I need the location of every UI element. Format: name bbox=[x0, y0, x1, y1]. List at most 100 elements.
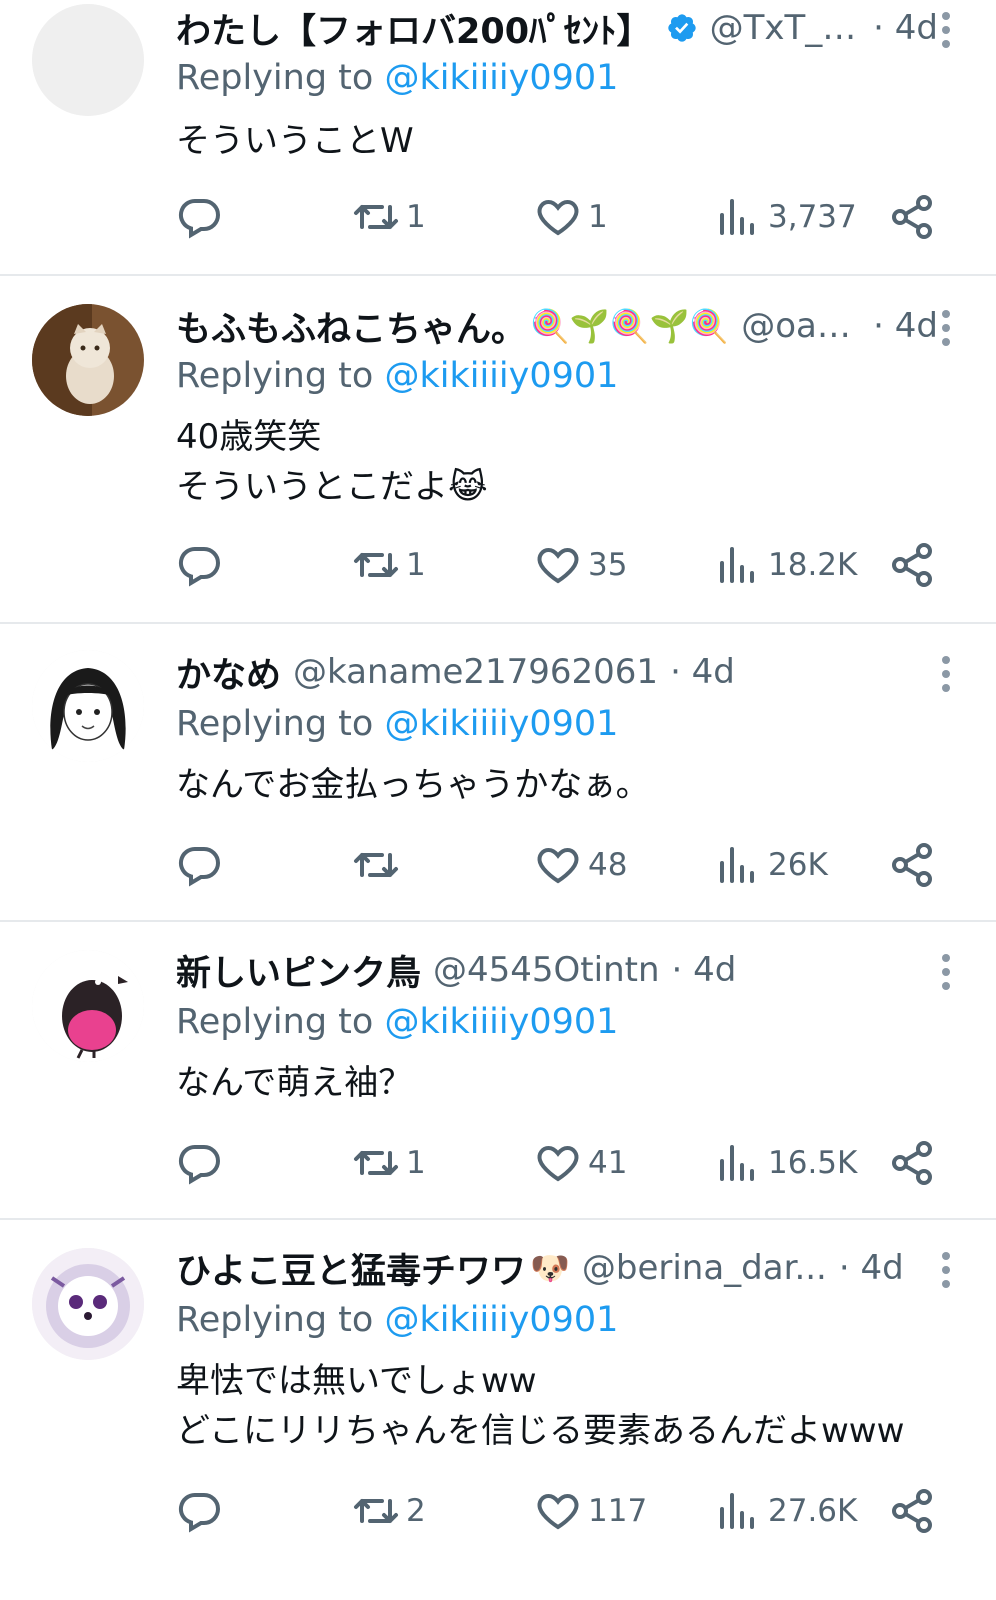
display-name[interactable]: かなめ bbox=[176, 647, 281, 698]
retweet-button[interactable] bbox=[352, 838, 406, 892]
reply-tweet[interactable]: わたし【フォロバ200ﾊﾟｾﾝﾄ】 @TxT_o... · 4d Replyin… bbox=[0, 0, 996, 276]
verified-badge-icon bbox=[667, 14, 696, 42]
views-count: 18.2K bbox=[768, 547, 858, 583]
display-name[interactable]: もふもふねこちゃん。 bbox=[176, 301, 526, 352]
reply-tweet[interactable]: もふもふねこちゃん。 🍭🌱🍭🌱🍭 @oasis_l... · 4d Replyi… bbox=[0, 276, 996, 624]
more-icon[interactable] bbox=[940, 952, 952, 992]
retweet-button[interactable]: 1 bbox=[352, 538, 426, 592]
reply-button[interactable] bbox=[176, 538, 224, 592]
display-name[interactable]: 新しいピンク鳥 bbox=[176, 945, 421, 996]
reply-mention-link[interactable]: @kikiiiiy0901 bbox=[384, 704, 618, 744]
timestamp[interactable]: · 4d bbox=[670, 652, 735, 692]
retweet-count: 1 bbox=[406, 1145, 426, 1181]
views-button[interactable]: 18.2K bbox=[714, 538, 857, 592]
user-handle[interactable]: @berina_dar... bbox=[582, 1248, 827, 1288]
replying-to-label: Replying to bbox=[176, 704, 374, 744]
tweet-header: かなめ @kaname217962061 · 4d bbox=[176, 646, 938, 698]
like-button[interactable]: 1 bbox=[534, 190, 608, 244]
user-handle[interactable]: @4545Otintn bbox=[433, 950, 660, 990]
share-button[interactable] bbox=[888, 190, 936, 244]
share-button[interactable] bbox=[888, 1484, 936, 1538]
reply-tweet[interactable]: ひよこ豆と猛毒チワワ 🐶 @berina_dar... · 4d Replyin… bbox=[0, 1220, 996, 1600]
retweet-icon bbox=[354, 1499, 398, 1523]
replying-to-line: Replying to @kikiiiiy0901 bbox=[176, 1002, 618, 1042]
reply-icon bbox=[178, 846, 220, 887]
reply-icon bbox=[178, 1144, 220, 1185]
tweet-text: 卑怯では無いでしょww どこにリリちゃんを信じる要素あるんだよwww bbox=[176, 1361, 905, 1451]
tweet-header: わたし【フォロバ200ﾊﾟｾﾝﾄ】 @TxT_o... · 4d bbox=[176, 2, 938, 54]
like-button[interactable]: 117 bbox=[534, 1484, 647, 1538]
more-icon[interactable] bbox=[940, 654, 952, 694]
reply-icon bbox=[178, 546, 220, 587]
action-bar: 1 1 3,737 bbox=[176, 190, 948, 244]
user-handle[interactable]: @oasis_l... bbox=[741, 306, 861, 346]
like-button[interactable]: 48 bbox=[534, 838, 627, 892]
like-icon bbox=[537, 847, 579, 884]
avatar[interactable] bbox=[32, 1248, 144, 1360]
reply-mention-link[interactable]: @kikiiiiy0901 bbox=[384, 1300, 618, 1340]
like-count: 1 bbox=[588, 199, 608, 235]
reply-button[interactable] bbox=[176, 838, 224, 892]
more-icon[interactable] bbox=[940, 10, 952, 50]
avatar[interactable] bbox=[32, 4, 144, 116]
reply-icon bbox=[178, 198, 220, 239]
views-button[interactable]: 3,737 bbox=[714, 190, 857, 244]
replying-to-label: Replying to bbox=[176, 356, 374, 396]
share-icon bbox=[892, 1141, 932, 1185]
more-icon[interactable] bbox=[940, 308, 952, 348]
like-icon bbox=[537, 1493, 579, 1530]
display-name[interactable]: わたし【フォロバ200ﾊﾟｾﾝﾄ】 bbox=[176, 3, 652, 54]
replying-to-line: Replying to @kikiiiiy0901 bbox=[176, 356, 618, 396]
share-icon bbox=[892, 1489, 932, 1533]
retweet-count: 1 bbox=[406, 199, 426, 235]
reply-button[interactable] bbox=[176, 190, 224, 244]
share-button[interactable] bbox=[888, 1136, 936, 1190]
share-icon bbox=[892, 195, 932, 239]
avatar[interactable] bbox=[32, 304, 144, 416]
reply-tweet[interactable]: 新しいピンク鳥 @4545Otintn · 4d Replying to @ki… bbox=[0, 922, 996, 1220]
action-bar: 2 117 27.6K bbox=[176, 1484, 948, 1538]
like-icon bbox=[537, 547, 579, 584]
retweet-button[interactable]: 1 bbox=[352, 190, 426, 244]
timestamp[interactable]: · 4d bbox=[672, 950, 737, 990]
replying-to-line: Replying to @kikiiiiy0901 bbox=[176, 58, 618, 98]
like-icon bbox=[537, 1145, 579, 1182]
share-button[interactable] bbox=[888, 838, 936, 892]
action-bar: 48 26K bbox=[176, 838, 948, 892]
reply-tweet[interactable]: かなめ @kaname217962061 · 4d Replying to @k… bbox=[0, 624, 996, 922]
tweet-text: そういうことW bbox=[176, 121, 414, 161]
reply-mention-link[interactable]: @kikiiiiy0901 bbox=[384, 1002, 618, 1042]
views-button[interactable]: 16.5K bbox=[714, 1136, 857, 1190]
retweet-count: 1 bbox=[406, 547, 426, 583]
like-icon bbox=[537, 199, 579, 236]
retweet-button[interactable]: 1 bbox=[352, 1136, 426, 1190]
tweet-text: なんでお金払っちゃうかなぁ。 bbox=[176, 765, 650, 805]
timestamp[interactable]: · 4d bbox=[873, 8, 938, 48]
views-icon bbox=[720, 199, 754, 235]
views-button[interactable]: 27.6K bbox=[714, 1484, 857, 1538]
like-button[interactable]: 41 bbox=[534, 1136, 627, 1190]
reply-icon bbox=[178, 1492, 220, 1533]
reply-mention-link[interactable]: @kikiiiiy0901 bbox=[384, 58, 618, 98]
avatar[interactable] bbox=[32, 650, 144, 762]
user-handle[interactable]: @TxT_o... bbox=[710, 8, 862, 48]
share-button[interactable] bbox=[888, 538, 936, 592]
user-handle[interactable]: @kaname217962061 bbox=[293, 652, 658, 692]
retweet-button[interactable]: 2 bbox=[352, 1484, 426, 1538]
like-button[interactable]: 35 bbox=[534, 538, 627, 592]
tweet-text: 40歳笑笑 そういうとこだよ😹 bbox=[176, 417, 488, 507]
timestamp[interactable]: · 4d bbox=[873, 306, 938, 346]
views-count: 16.5K bbox=[768, 1145, 858, 1181]
retweet-icon bbox=[354, 553, 398, 577]
avatar[interactable] bbox=[32, 950, 144, 1062]
replying-to-label: Replying to bbox=[176, 1002, 374, 1042]
views-button[interactable]: 26K bbox=[714, 838, 828, 892]
display-name[interactable]: ひよこ豆と猛毒チワワ bbox=[176, 1243, 526, 1294]
like-count: 117 bbox=[588, 1493, 648, 1529]
reply-button[interactable] bbox=[176, 1136, 224, 1190]
reply-mention-link[interactable]: @kikiiiiy0901 bbox=[384, 356, 618, 396]
name-emoji: 🍭🌱🍭🌱🍭 bbox=[530, 307, 730, 345]
reply-button[interactable] bbox=[176, 1484, 224, 1538]
more-icon[interactable] bbox=[940, 1250, 952, 1290]
timestamp[interactable]: · 4d bbox=[839, 1248, 904, 1288]
